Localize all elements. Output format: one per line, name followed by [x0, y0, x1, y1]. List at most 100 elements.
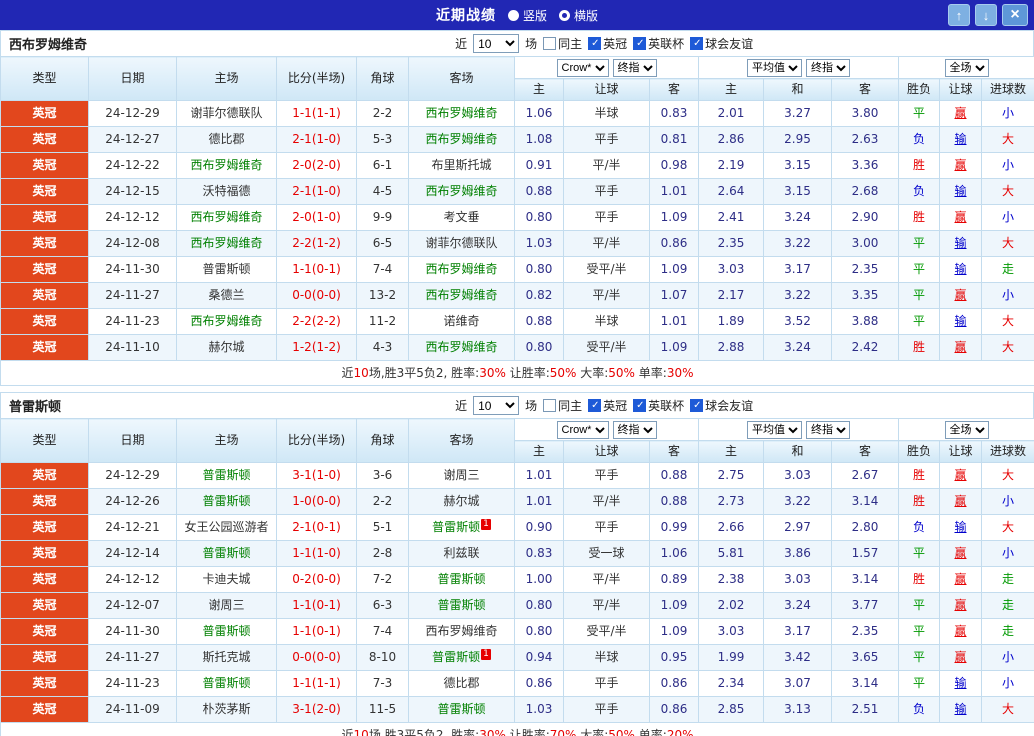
handicap-stage-select[interactable]: 终指: [612, 420, 657, 439]
europe-stage-select[interactable]: 终指: [806, 420, 850, 439]
europe-stage-select[interactable]: 终指: [806, 58, 850, 77]
team-name-link[interactable]: 女王公园巡游者: [184, 520, 268, 534]
filter-checkbox-1[interactable]: 英冠: [588, 397, 627, 414]
filter-checkbox-3[interactable]: 球会友谊: [690, 397, 753, 414]
column-header: 客场: [408, 418, 515, 463]
checkbox-checked-icon[interactable]: [588, 399, 602, 412]
team-name-link[interactable]: 西布罗姆维奇: [190, 158, 262, 172]
team-name-link[interactable]: 普雷斯顿: [202, 494, 250, 508]
team-name-link[interactable]: 沃特福德: [202, 184, 250, 198]
handicap-stage-select[interactable]: 终指: [612, 58, 657, 77]
layout-radio-horizontal[interactable]: 横版: [559, 7, 598, 24]
avg-away-odds-cell: 3.00: [831, 230, 899, 257]
team-name-link[interactable]: 布里斯托城: [431, 158, 491, 172]
team-name-link[interactable]: 普雷斯顿: [202, 676, 250, 690]
team-name-link[interactable]: 谢菲尔德联队: [425, 236, 497, 250]
home-team-cell: 桑德兰: [176, 282, 277, 309]
team-name-link[interactable]: 利兹联: [443, 546, 479, 560]
filter-checkbox-0[interactable]: 同主: [543, 397, 582, 414]
away-team-cell: 普雷斯顿: [408, 592, 515, 619]
team-name-link[interactable]: 普雷斯顿: [432, 520, 480, 534]
date-cell: 24-12-15: [88, 178, 177, 205]
close-button[interactable]: ×: [1002, 4, 1028, 26]
match-row: 英冠 24-11-27 桑德兰 0-0(0-0) 13-2 西布罗姆维奇 0.82 平/半 1.…: [0, 282, 1034, 309]
score-cell: 1-0(0-0): [276, 488, 357, 515]
team-name-link[interactable]: 西布罗姆维奇: [190, 210, 262, 224]
checkbox-checked-icon[interactable]: [633, 399, 647, 412]
team-name-link[interactable]: 赫尔城: [208, 340, 244, 354]
filter-checkbox-2[interactable]: 英联杯: [633, 397, 684, 414]
checkbox-checked-icon[interactable]: [633, 37, 647, 50]
bookmaker-select[interactable]: Crow*: [556, 58, 609, 77]
team-name-link[interactable]: 西布罗姆维奇: [425, 132, 497, 146]
checkbox-checked-icon[interactable]: [690, 399, 704, 412]
handicap-result-cell: 赢: [939, 334, 982, 361]
corner-cell: 4-3: [356, 334, 409, 361]
score-cell: 2-0(2-0): [276, 152, 357, 179]
team-name-link[interactable]: 西布罗姆维奇: [425, 106, 497, 120]
checkbox-unchecked-icon[interactable]: [543, 37, 557, 50]
team-name-link[interactable]: 普雷斯顿: [202, 624, 250, 638]
corner-cell: 7-4: [356, 256, 409, 283]
team-name-link[interactable]: 斯托克城: [202, 650, 250, 664]
team-name-link[interactable]: 卡迪夫城: [202, 572, 250, 586]
checkbox-checked-icon[interactable]: [588, 37, 602, 50]
score-cell: 1-1(0-1): [276, 256, 357, 283]
filter-checkbox-1[interactable]: 英冠: [588, 35, 627, 52]
average-select[interactable]: 平均值: [747, 58, 802, 77]
scroll-down-button[interactable]: ↓: [975, 4, 997, 26]
match-row: 英冠 24-11-09 朴茨茅斯 3-1(2-0) 11-5 普雷斯顿 1.03 平手 0.86…: [0, 696, 1034, 723]
team-section: 西布罗姆维奇近10场同主英冠英联杯球会友谊类型日期主场比分(半场)角球客场Cro…: [0, 30, 1034, 386]
avg-home-odds-cell: 2.38: [698, 566, 764, 593]
outcome-result-cell: 胜: [898, 152, 940, 179]
checkbox-label: 球会友谊: [705, 399, 754, 413]
team-name-link[interactable]: 赫尔城: [443, 494, 479, 508]
team-name-link[interactable]: 普雷斯顿: [202, 546, 250, 560]
team-name-link[interactable]: 谢菲尔德联队: [190, 106, 262, 120]
team-name-link[interactable]: 西布罗姆维奇: [425, 288, 497, 302]
checkbox-checked-icon[interactable]: [690, 37, 704, 50]
team-name-link[interactable]: 西布罗姆维奇: [425, 624, 497, 638]
scope-select[interactable]: 全场: [944, 58, 989, 77]
scope-select[interactable]: 全场: [944, 420, 989, 439]
team-name-link[interactable]: 普雷斯顿: [437, 598, 485, 612]
team-name-link[interactable]: 普雷斯顿: [202, 468, 250, 482]
team-name-link[interactable]: 德比郡: [208, 132, 244, 146]
scroll-up-button[interactable]: ↑: [948, 4, 970, 26]
team-name-link[interactable]: 普雷斯顿: [432, 650, 480, 664]
filter-checkbox-0[interactable]: 同主: [543, 35, 582, 52]
handicap-result-cell: 输: [939, 230, 982, 257]
team-name-link[interactable]: 朴茨茅斯: [202, 702, 250, 716]
team-name-link[interactable]: 考文垂: [443, 210, 479, 224]
team-name-link[interactable]: 普雷斯顿: [202, 262, 250, 276]
filter-checkbox-2[interactable]: 英联杯: [633, 35, 684, 52]
column-subheader: 胜负: [898, 78, 940, 101]
match-count-select[interactable]: 10: [473, 396, 520, 415]
team-name-link[interactable]: 西布罗姆维奇: [425, 340, 497, 354]
away-team-cell: 考文垂: [408, 204, 515, 231]
avg-draw-odds-cell: 3.22: [763, 488, 832, 515]
summary-segment: 30%: [479, 728, 506, 736]
checkbox-unchecked-icon[interactable]: [543, 399, 557, 412]
team-name-link[interactable]: 普雷斯顿: [437, 702, 485, 716]
layout-radio-vertical[interactable]: 竖版: [507, 7, 547, 24]
team-name-link[interactable]: 西布罗姆维奇: [190, 314, 262, 328]
team-name-link[interactable]: 德比郡: [443, 676, 479, 690]
filter-checkbox-3[interactable]: 球会友谊: [690, 35, 753, 52]
team-name-link[interactable]: 桑德兰: [208, 288, 244, 302]
team-name-link[interactable]: 诺维奇: [443, 314, 479, 328]
average-select[interactable]: 平均值: [747, 420, 802, 439]
team-name-link[interactable]: 谢周三: [208, 598, 244, 612]
team-name-link[interactable]: 西布罗姆维奇: [425, 262, 497, 276]
match-count-select[interactable]: 10: [473, 34, 520, 53]
team-name-link[interactable]: 西布罗姆维奇: [425, 184, 497, 198]
team-name-link[interactable]: 西布罗姆维奇: [190, 236, 262, 250]
avg-home-odds-cell: 3.03: [698, 256, 764, 283]
date-cell: 24-12-29: [88, 100, 177, 127]
team-name-link[interactable]: 普雷斯顿: [437, 572, 485, 586]
goals-result-cell: 大: [980, 308, 1034, 335]
home-team-cell: 普雷斯顿: [176, 256, 277, 283]
team-name-link[interactable]: 谢周三: [443, 468, 479, 482]
bookmaker-select[interactable]: Crow*: [556, 420, 609, 439]
handicap-away-odds-cell: 0.86: [649, 670, 699, 697]
